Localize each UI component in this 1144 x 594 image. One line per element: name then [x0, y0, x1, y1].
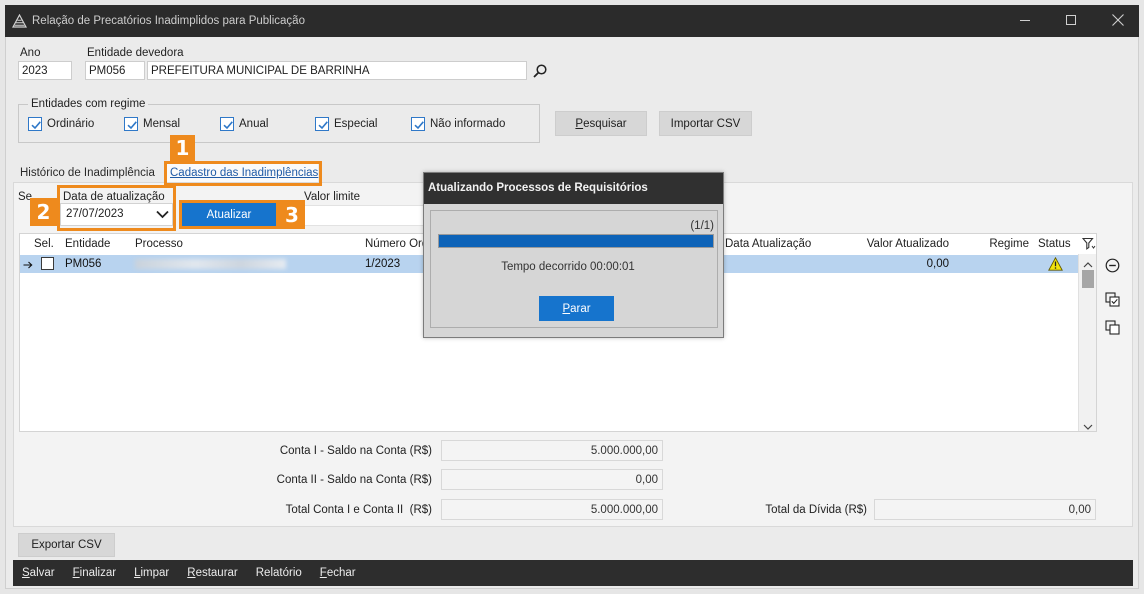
annotation-step-1-badge: 1	[170, 135, 195, 161]
close-button[interactable]	[1096, 5, 1139, 37]
parar-button[interactable]: Parar	[539, 296, 614, 321]
option-label: Mensal	[143, 118, 181, 130]
menu-fechar[interactable]: Fechar	[320, 567, 356, 579]
total-divida-label: Total da Dívida (R$)	[765, 504, 867, 516]
checkbox[interactable]	[315, 117, 329, 131]
option-label: Especial	[334, 118, 378, 130]
annotation-step-2-badge: 2	[30, 198, 57, 226]
copy-icon	[1105, 319, 1120, 338]
progress-counter: (1/1)	[690, 220, 714, 232]
minimize-button[interactable]	[1005, 5, 1045, 37]
column-header-regime[interactable]: Regime	[969, 236, 1029, 252]
elapsed-time: Tempo decorrido 00:00:01	[501, 261, 635, 273]
column-header-valor-atualizado[interactable]: Valor Atualizado	[829, 236, 949, 252]
cell-numero-ordem: 1/2023	[365, 258, 401, 270]
chevron-down-icon	[156, 210, 169, 222]
menu-limpar[interactable]: Limpar	[134, 567, 169, 579]
progress-fill	[439, 235, 713, 247]
app-logo-icon	[11, 13, 28, 28]
atualizar-button[interactable]: Atualizar	[182, 203, 276, 226]
menu-restaurar[interactable]: Restaurar	[187, 567, 238, 579]
column-header-sel[interactable]: Sel.	[34, 236, 54, 252]
maximize-icon	[1066, 14, 1076, 28]
option-label: Anual	[239, 118, 269, 130]
total-divida-value-field	[874, 499, 1096, 520]
checkbox[interactable]	[411, 117, 425, 131]
exportar-csv-button[interactable]: Exportar CSV	[18, 533, 115, 557]
check-copy-icon	[1105, 291, 1120, 310]
chevron-up-icon[interactable]	[1083, 259, 1093, 268]
checkbox[interactable]	[124, 117, 138, 131]
chevron-down-icon[interactable]	[1083, 421, 1093, 430]
importar-csv-button[interactable]: Importar CSV	[659, 111, 752, 136]
ano-input[interactable]	[18, 61, 72, 80]
ano-label: Ano	[20, 47, 41, 59]
total-contas-value-field	[441, 499, 663, 520]
option-label: Ordinário	[47, 118, 95, 130]
conta2-value-field	[441, 469, 663, 490]
redacted-processo	[135, 259, 286, 269]
dialog-title: Atualizando Processos de Requisitórios	[424, 173, 723, 204]
tab-historico[interactable]: Histórico de Inadimplência	[20, 164, 155, 183]
date-value: 27/07/2023	[66, 208, 124, 220]
regime-legend: Entidades com regime	[28, 97, 149, 111]
minus-circle-icon	[1105, 258, 1120, 276]
tab-cadastro[interactable]: Cadastro das Inadimplências	[166, 164, 318, 183]
minimize-icon	[1020, 15, 1030, 28]
valor-limite-label: Valor limite	[304, 191, 361, 203]
remove-row-button[interactable]	[1104, 258, 1121, 275]
unselect-all-button[interactable]	[1104, 319, 1121, 338]
cell-valor-atualizado: 0,00	[926, 258, 949, 270]
menu-salvar[interactable]: Salvar	[22, 567, 55, 579]
annotation-step-3-badge: 3	[279, 200, 305, 229]
importar-csv-label: Importar CSV	[670, 117, 741, 130]
checkbox[interactable]	[220, 117, 234, 131]
entidade-code-input[interactable]	[85, 61, 145, 80]
warning-icon	[1048, 256, 1063, 271]
close-icon	[1111, 13, 1124, 29]
pesquisar-label: Pesquisar	[575, 117, 627, 130]
entidade-name-input[interactable]	[147, 61, 527, 80]
parar-label: Parar	[562, 302, 591, 315]
valor-limite-input[interactable]	[300, 205, 428, 226]
conta1-label: Conta I - Saldo na Conta (R$)	[279, 445, 432, 457]
cell-entidade: PM056	[65, 258, 102, 270]
menu-relatorio[interactable]: Relatório	[256, 567, 302, 579]
entidade-label: Entidade devedora	[87, 47, 184, 59]
select-all-button[interactable]	[1104, 291, 1121, 310]
vertical-scrollbar[interactable]	[1078, 254, 1096, 431]
column-header-data-atualizacao[interactable]: Data Atualização	[725, 236, 811, 252]
maximize-button[interactable]	[1051, 5, 1091, 37]
progress-dialog: Atualizando Processos de Requisitórios (…	[423, 172, 724, 338]
data-atualizacao-select[interactable]: 27/07/2023	[60, 203, 173, 226]
conta2-label: Conta II - Saldo na Conta (R$)	[276, 474, 432, 486]
checkbox[interactable]	[28, 117, 42, 131]
total-contas-label: Total Conta I e Conta II (R$)	[285, 504, 432, 516]
atualizar-label: Atualizar	[206, 208, 252, 221]
column-header-numero-ordem[interactable]: Número Ord	[365, 236, 428, 252]
progress-bar	[438, 234, 714, 248]
row-select-checkbox[interactable]	[41, 257, 54, 270]
pesquisar-button[interactable]: Pesquisar	[555, 111, 647, 136]
scrollbar-thumb[interactable]	[1082, 270, 1094, 288]
search-icon[interactable]	[532, 63, 548, 79]
row-indicator-arrow-icon	[23, 260, 33, 269]
column-header-entidade[interactable]: Entidade	[65, 236, 110, 252]
option-label: Não informado	[430, 118, 506, 130]
filter-icon[interactable]	[1081, 237, 1096, 251]
bottom-menu-bar: Salvar Finalizar Limpar Restaurar Relató…	[13, 560, 1133, 586]
window-title: Relação de Precatórios Inadimplidos para…	[32, 15, 305, 27]
menu-finalizar[interactable]: Finalizar	[73, 567, 116, 579]
conta1-value-field	[441, 440, 663, 461]
column-header-status[interactable]: Status	[1038, 236, 1071, 252]
exportar-csv-label: Exportar CSV	[31, 539, 102, 551]
data-atualizacao-label: Data de atualização	[63, 191, 165, 203]
column-header-processo[interactable]: Processo	[135, 236, 183, 252]
title-bar: Relação de Precatórios Inadimplidos para…	[5, 5, 1139, 37]
